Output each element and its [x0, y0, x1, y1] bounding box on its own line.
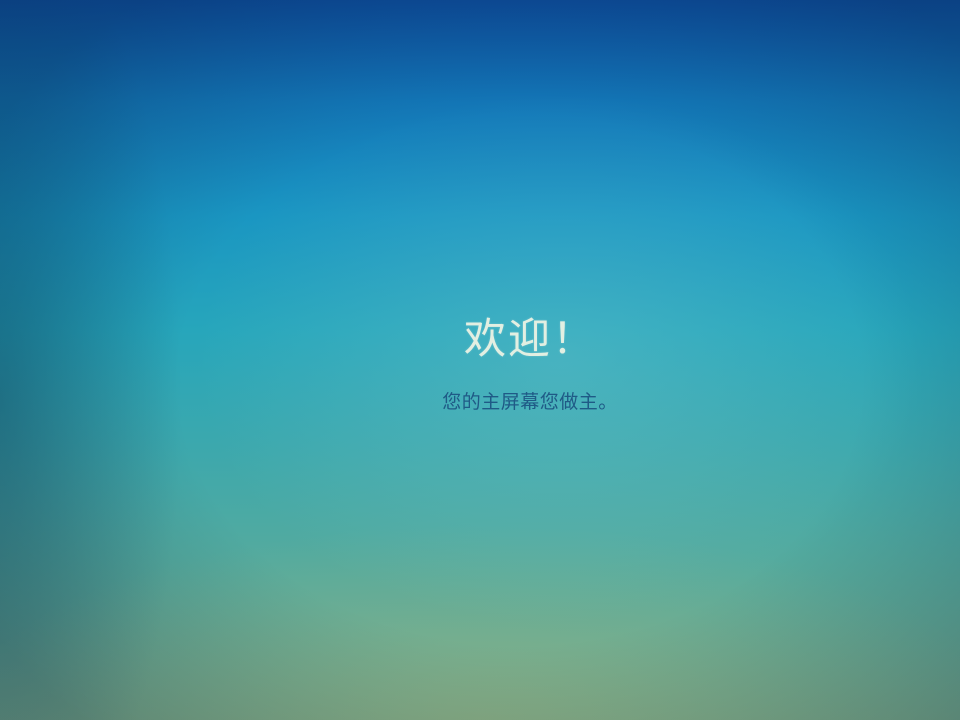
welcome-heading-row: 欢迎！ [0, 310, 960, 368]
welcome-subtitle: 您的主屏幕您做主。 [442, 391, 618, 413]
welcome-subtitle-row: 您的主屏幕您做主。 [0, 388, 960, 416]
welcome-title: 欢迎！ [463, 314, 596, 363]
welcome-screen: 欢迎！ 您的主屏幕您做主。 [0, 0, 960, 720]
